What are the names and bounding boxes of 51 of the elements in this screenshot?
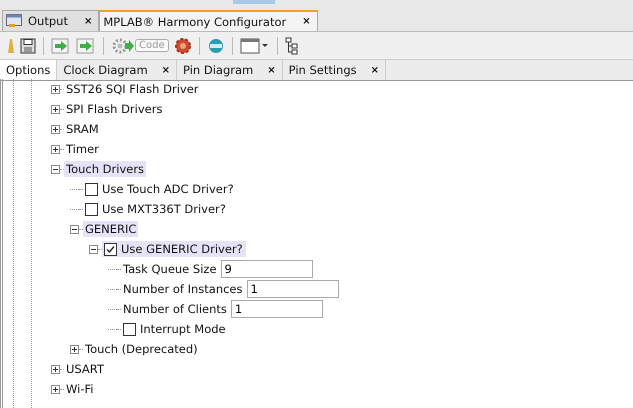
collapse-toggle[interactable]	[89, 244, 98, 254]
tree-node-label[interactable]: Wi-Fi	[64, 381, 96, 397]
window-tab[interactable]: Output ×	[2, 10, 100, 31]
checkbox[interactable]	[123, 322, 136, 336]
badge-icon[interactable]	[206, 36, 225, 54]
collapse-toggle[interactable]	[70, 224, 79, 234]
tree-node-label[interactable]: Touch Drivers	[64, 161, 146, 177]
checkbox-label[interactable]: Interrupt Mode	[138, 321, 229, 337]
gear-arrow-icon	[111, 36, 135, 54]
field-label: Number of Instances	[122, 281, 244, 297]
checkbox-label[interactable]: Use Touch ADC Driver?	[100, 181, 237, 197]
editor-tab[interactable]: Pin Diagram ×	[177, 60, 283, 80]
close-icon[interactable]: ×	[84, 16, 92, 26]
editor-tab[interactable]: Clock Diagram ×	[57, 60, 178, 80]
collapse-toggle[interactable]	[51, 164, 60, 174]
tree-node-label[interactable]: GENERIC	[83, 221, 138, 237]
tree-node-label[interactable]: Touch (Deprecated)	[83, 341, 200, 357]
expand-toggle[interactable]	[70, 344, 79, 354]
editor-tab[interactable]: Options	[0, 60, 58, 80]
tree-node-label[interactable]: Timer	[64, 141, 101, 157]
input-field[interactable]: 1	[246, 280, 338, 298]
close-icon[interactable]: ×	[162, 64, 170, 76]
expand-toggle[interactable]	[51, 384, 60, 394]
console-icon	[6, 14, 22, 28]
field-label: Number of Clients	[122, 301, 228, 317]
checkbox[interactable]	[104, 242, 117, 256]
window-dropdown-icon[interactable]	[240, 36, 270, 54]
editor-tab[interactable]: Pin Settings ×	[282, 60, 386, 80]
save-icon[interactable]	[20, 38, 36, 54]
gear-icon[interactable]	[174, 36, 192, 54]
tree-node-label[interactable]: SRAM	[64, 121, 101, 137]
tree-node-label[interactable]: SPI Flash Drivers	[64, 101, 164, 117]
close-icon[interactable]: ×	[302, 16, 311, 27]
checkbox[interactable]	[85, 202, 98, 216]
close-icon[interactable]: ×	[370, 64, 380, 76]
window-tab[interactable]: MPLAB® Harmony Configurator ×	[99, 10, 318, 31]
input-field[interactable]: 1	[230, 300, 323, 318]
expand-toggle[interactable]	[51, 124, 60, 134]
expand-toggle[interactable]	[51, 84, 60, 94]
field-label: Task Queue Size	[122, 261, 218, 277]
expand-toggle[interactable]	[51, 104, 60, 114]
tree-node-label[interactable]: SST26 SQI Flash Driver	[64, 81, 200, 97]
checkbox-label[interactable]: Use MXT336T Driver?	[100, 201, 229, 217]
marker-icon[interactable]	[7, 38, 15, 54]
expand-toggle[interactable]	[51, 144, 60, 154]
checkbox[interactable]	[85, 182, 98, 196]
expand-toggle[interactable]	[51, 364, 60, 374]
tree-icon[interactable]	[284, 36, 299, 54]
input-field[interactable]: 9	[220, 260, 313, 278]
close-icon[interactable]: ×	[267, 64, 276, 76]
tree-node-label[interactable]: USART	[64, 361, 106, 377]
